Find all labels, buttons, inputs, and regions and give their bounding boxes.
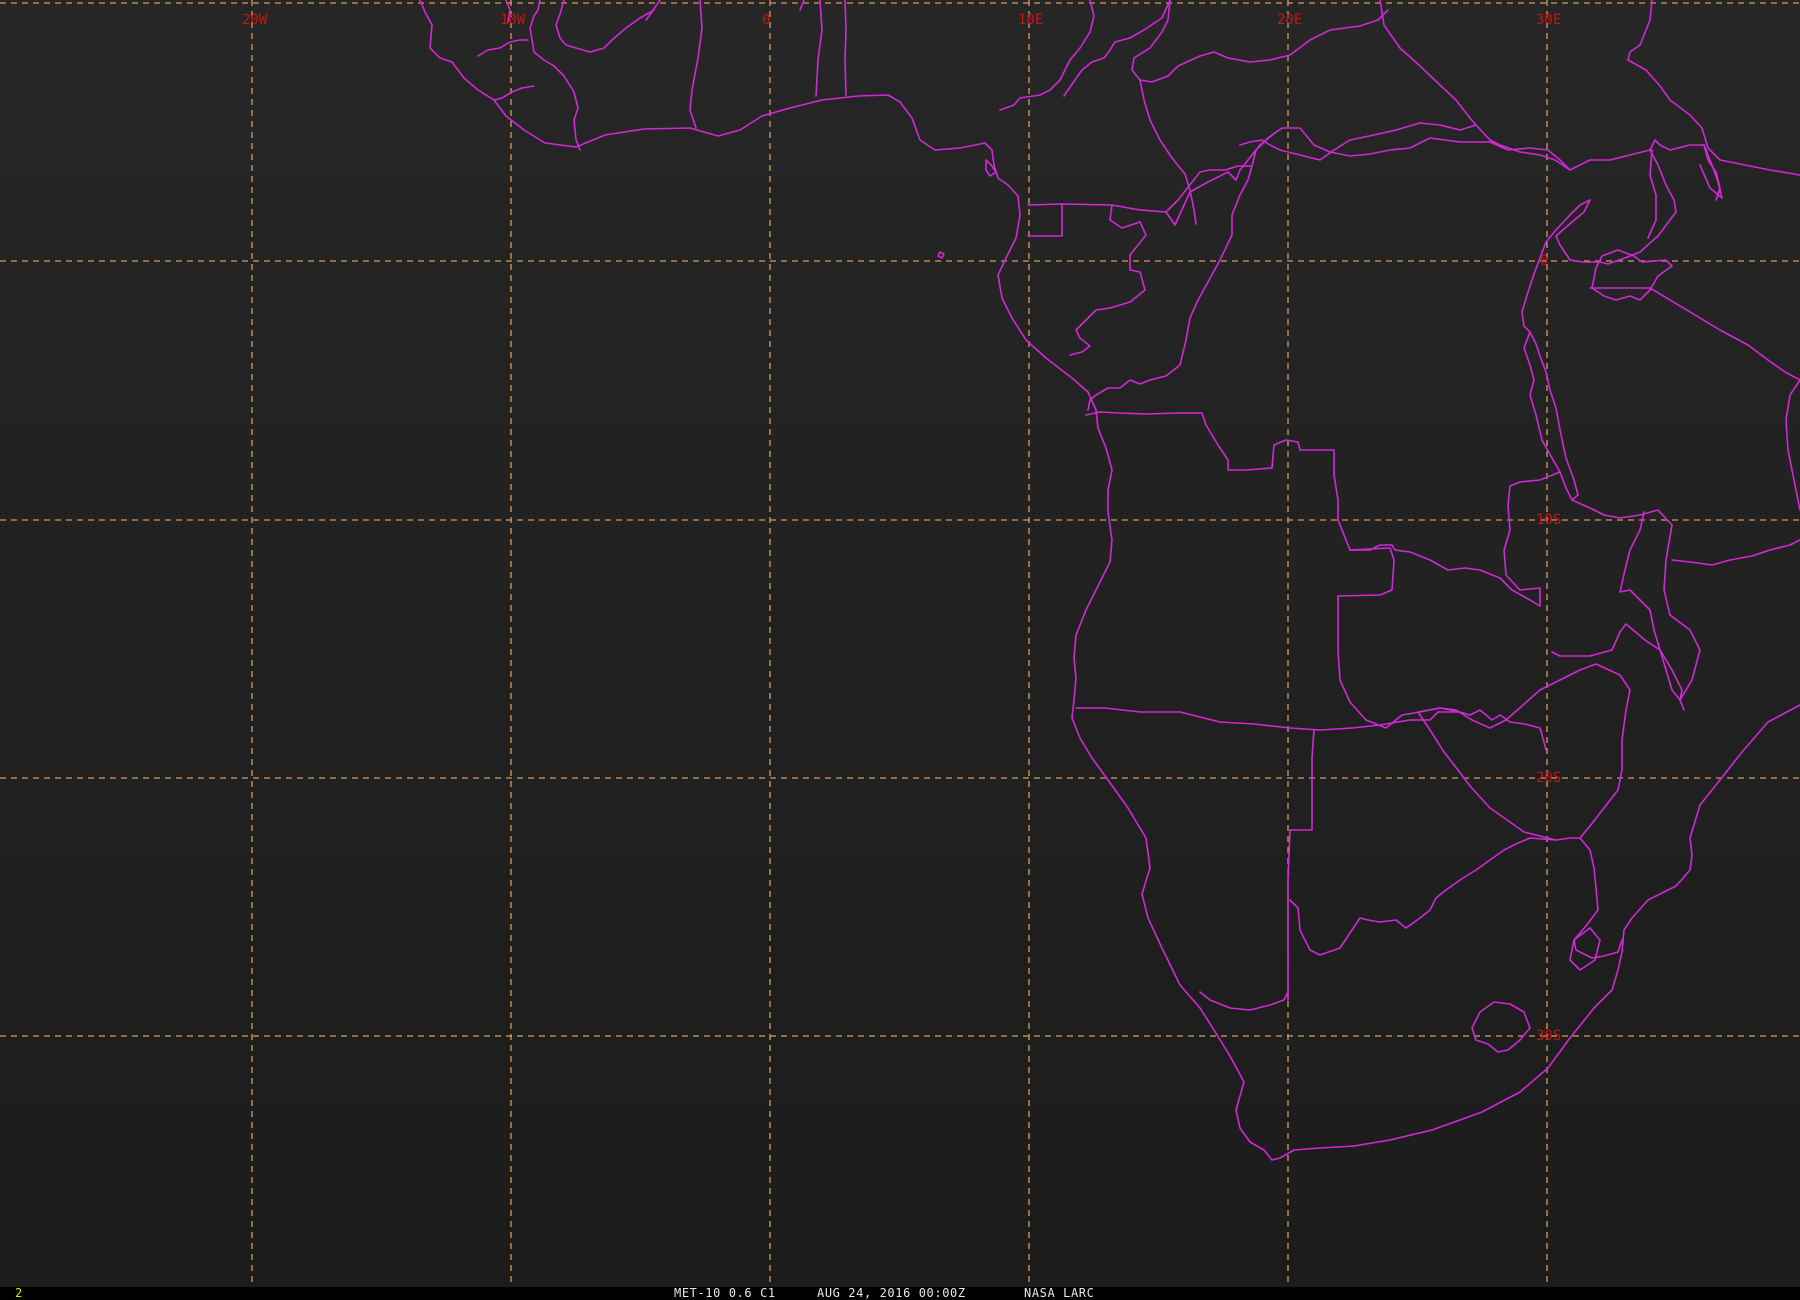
frame-number: 2 (15, 1286, 23, 1300)
label-lon-20w: 20W (242, 12, 268, 28)
label-lon-10e: 10E (1018, 12, 1043, 28)
label-lon-10w: 10W (500, 12, 526, 28)
satellite-map: 20W 10W 0 10E 20E 30E 0 10S 20S 30S (0, 0, 1800, 1287)
label-lat-20s: 20S (1536, 770, 1561, 786)
label-lat-0: 0 (1540, 253, 1548, 269)
product-label: MET-10 0.6 C1 (674, 1286, 776, 1300)
label-lat-10s: 10S (1536, 512, 1561, 528)
datetime-label: AUG 24, 2016 00:00Z (817, 1286, 966, 1300)
label-lat-30s: 30S (1536, 1028, 1561, 1044)
map-background (0, 0, 1800, 1287)
label-lon-20e: 20E (1277, 12, 1302, 28)
label-lon-0: 0 (762, 12, 770, 28)
source-label: NASA LARC (1024, 1286, 1095, 1300)
status-bar: 2 MET-10 0.6 C1 AUG 24, 2016 00:00Z NASA… (0, 1287, 1800, 1300)
label-lon-30e: 30E (1536, 12, 1561, 28)
